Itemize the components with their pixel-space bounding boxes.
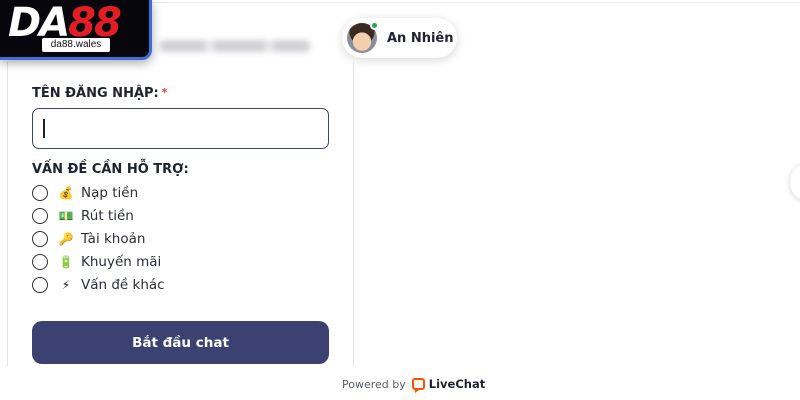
panel-divider (353, 62, 354, 366)
option-withdraw[interactable]: 💵 Rút tiền (32, 207, 134, 225)
lightning-icon: ⚡ (61, 278, 71, 292)
livechat-logo-icon (411, 378, 425, 393)
option-promotion[interactable]: 🔋 Khuyến mãi (32, 253, 161, 271)
top-border (150, 2, 800, 3)
key-icon: 🔑 (58, 232, 74, 246)
blurred-header-text (160, 40, 310, 52)
brand-logo[interactable]: DA88 da88.wales (0, 0, 152, 60)
radio-button[interactable] (32, 254, 48, 270)
panel-left-border (7, 62, 8, 366)
username-input[interactable] (32, 108, 329, 149)
option-account[interactable]: 🔑 Tài khoản (32, 230, 145, 248)
text-caret (43, 119, 45, 138)
battery-icon: 🔋 (58, 255, 74, 269)
option-other[interactable]: ⚡ Vấn đề khác (32, 276, 165, 294)
issue-label: VẤN ĐỀ CẦN HỖ TRỢ: (32, 162, 189, 177)
username-label: TÊN ĐĂNG NHẬP: * (32, 86, 168, 101)
agent-chip[interactable]: An Nhiên (342, 18, 457, 58)
username-label-text: TÊN ĐĂNG NHẬP: (32, 86, 159, 101)
logo-domain: da88.wales (42, 38, 110, 52)
option-label: Nạp tiền (81, 185, 139, 201)
money-bag-icon: 💰 (58, 186, 74, 200)
radio-button[interactable] (32, 208, 48, 224)
radio-button[interactable] (32, 231, 48, 247)
start-chat-button[interactable]: Bắt đầu chat (32, 321, 329, 364)
radio-button[interactable] (32, 185, 48, 201)
agent-name: An Nhiên (387, 30, 454, 46)
option-label: Vấn đề khác (81, 277, 165, 293)
option-label: Rút tiền (81, 208, 134, 224)
online-status-icon (370, 21, 379, 30)
radio-button[interactable] (32, 277, 48, 293)
powered-by-footer[interactable]: Powered by LiveChat (342, 377, 486, 393)
option-label: Tài khoản (81, 231, 146, 247)
livechat-brand: LiveChat (428, 377, 486, 391)
agent-avatar (347, 21, 379, 53)
option-deposit[interactable]: 💰 Nạp tiền (32, 184, 138, 202)
edge-scroll-button[interactable] (790, 164, 800, 200)
banknote-icon: 💵 (58, 209, 74, 223)
powered-by-text: Powered by (342, 377, 406, 391)
option-label: Khuyến mãi (81, 254, 162, 270)
required-mark: * (161, 86, 168, 99)
